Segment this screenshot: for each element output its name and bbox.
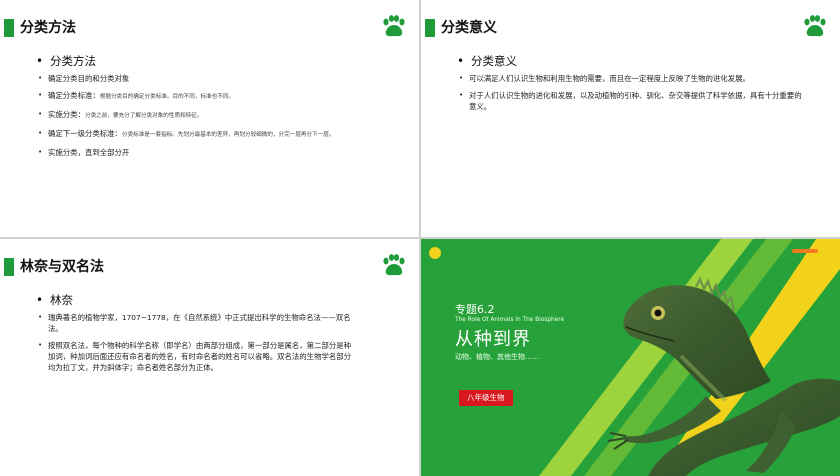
slide-linnaeus-binomial[interactable]: 林奈与双名法 林奈 瑞典著名的植物学家，1707~1778，在《自然系统》中正式…: [0, 239, 419, 476]
decorative-dot: [429, 247, 441, 259]
slide-classification-significance[interactable]: 分类意义 分类意义 可以满足人们认识生物和利用生物的需要，而且在一定程度上反映了…: [421, 0, 840, 237]
paw-icon: [804, 15, 826, 37]
bullet-heading: 林奈: [36, 292, 356, 308]
slide-classification-method[interactable]: 分类方法 分类方法 确定分类目的和分类对象 确定分类标准：根据分类目的确定分类标…: [0, 0, 419, 237]
slide-title: 分类方法: [20, 20, 76, 36]
paw-icon: [383, 254, 405, 276]
list-item: 瑞典著名的植物学家，1707~1778，在《自然系统》中正式提出科学的生物命名法…: [36, 312, 356, 334]
list-item: 确定分类标准：根据分类目的确定分类标准。目的不同，标准也不同。: [36, 90, 376, 103]
title-accent-bar: [4, 258, 14, 276]
title-accent-bar: [4, 19, 14, 37]
list-item: 可以满足人们认识生物和利用生物的需要，而且在一定程度上反映了生物的进化发展。: [457, 73, 807, 84]
bullet-heading: 分类意义: [457, 53, 807, 69]
slide-content: 林奈 瑞典著名的植物学家，1707~1778，在《自然系统》中正式提出科学的生物…: [36, 292, 356, 379]
cover-english-title: The Role Of Animals In The Biosphere: [455, 317, 565, 323]
cover-title: 从种到界: [455, 329, 531, 350]
slide-cover[interactable]: 专题6.2 The Role Of Animals In The Biosphe…: [421, 239, 840, 476]
paw-icon: [383, 15, 405, 37]
slide-content: 分类方法 确定分类目的和分类对象 确定分类标准：根据分类目的确定分类标准。目的不…: [36, 53, 376, 164]
list-item: 确定下一级分类标准：分类标准是一套指标。先划分最基本的差异，再划分较细微的，分完…: [36, 128, 376, 141]
list-item: 对于人们认识生物的进化和发展，以及动植物的引种、驯化、杂交等提供了科学依据，具有…: [457, 90, 807, 112]
list-item: 实施分类，直到全部分开: [36, 147, 376, 158]
slide-title: 分类意义: [441, 20, 497, 36]
list-item: 确定分类目的和分类对象: [36, 73, 376, 84]
list-item: 实施分类：分类之前，要充分了解分类对象的性质和特征。: [36, 109, 376, 122]
title-accent-bar: [425, 19, 435, 37]
grade-badge: 八年级生物: [459, 390, 513, 406]
bullet-heading: 分类方法: [36, 53, 376, 69]
lizard-image: [607, 276, 840, 476]
list-item: 按照双名法，每个物种的科学名称（即学名）由两部分组成，第一部分是属名，第二部分是…: [36, 340, 356, 373]
decorative-dash: [792, 249, 818, 253]
slide-content: 分类意义 可以满足人们认识生物和利用生物的需要，而且在一定程度上反映了生物的进化…: [457, 53, 807, 118]
slide-title: 林奈与双名法: [20, 259, 104, 275]
cover-subtitle: 动物、植物、其他生物……: [455, 353, 539, 361]
cover-topic: 专题6.2: [455, 303, 495, 316]
